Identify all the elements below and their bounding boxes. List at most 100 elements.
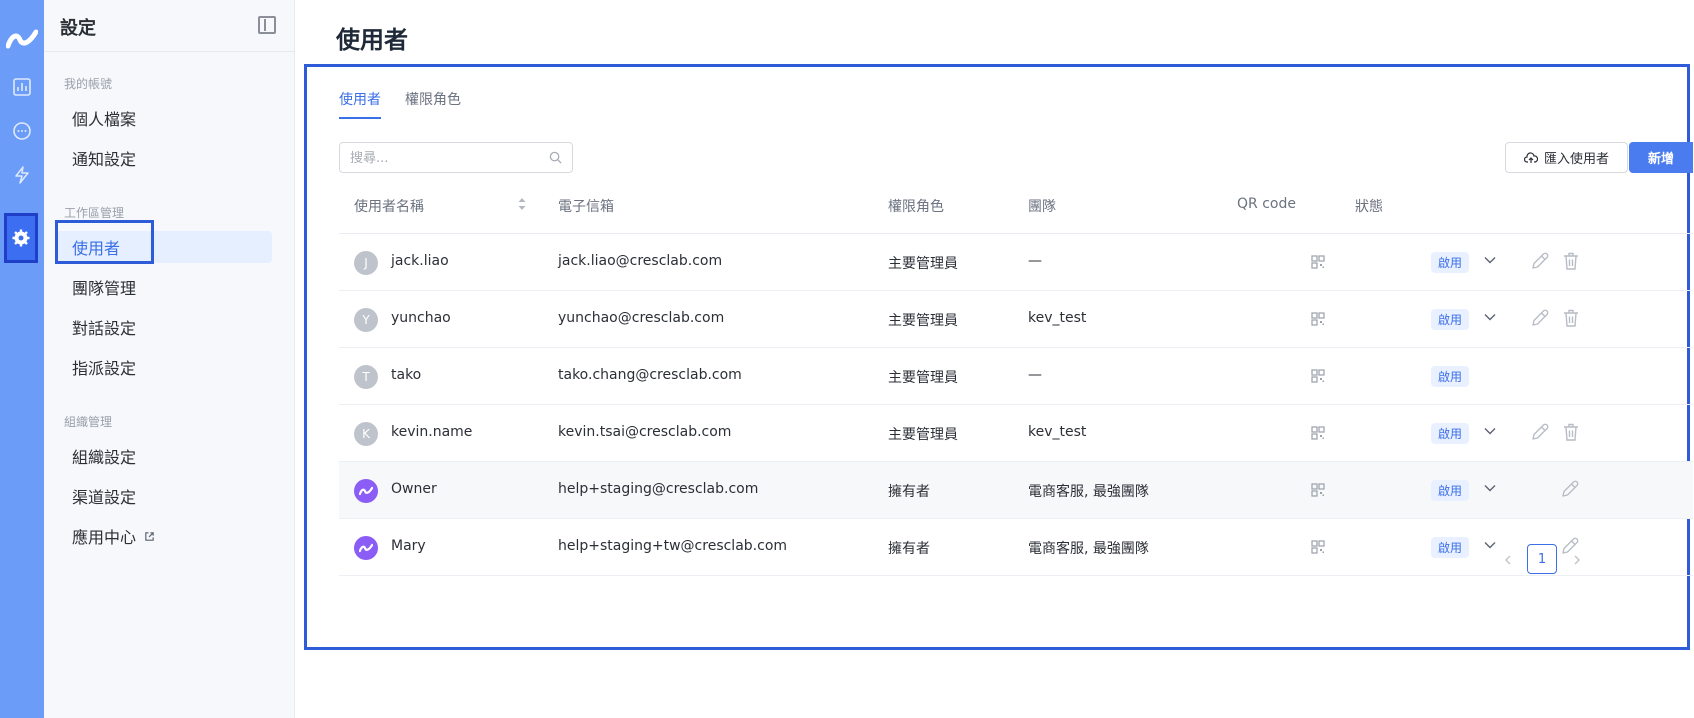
users-table: 使用者名稱 電子信箱 權限角色 團隊 QR code 狀態 Jjack.liao… bbox=[339, 184, 1693, 576]
qr-code-icon[interactable] bbox=[1311, 369, 1325, 383]
sidebar-item-profile[interactable]: 個人檔案 bbox=[56, 102, 272, 134]
avatar: Y bbox=[354, 308, 378, 332]
trash-icon[interactable] bbox=[1562, 251, 1580, 271]
automation-icon[interactable] bbox=[7, 160, 37, 190]
main-content: 使用者 使用者 權限角色 匯入使用者 新增 使用者名稱 電子信箱 權限 bbox=[296, 0, 1694, 718]
avatar: K bbox=[354, 422, 378, 446]
user-role: 主要管理員 bbox=[888, 313, 958, 329]
table-row[interactable]: Yyunchao yunchao@cresclab.com 主要管理員 kev_tes… bbox=[339, 291, 1693, 348]
brand-logo-icon[interactable] bbox=[6, 28, 38, 50]
tab-roles[interactable]: 權限角色 bbox=[405, 89, 461, 119]
chevron-down-icon[interactable] bbox=[1484, 256, 1496, 264]
chevron-right-icon[interactable] bbox=[1571, 554, 1583, 566]
user-role: 擁有者 bbox=[888, 541, 930, 557]
user-email: jack.liao@cresclab.com bbox=[558, 253, 723, 269]
user-name: Mary bbox=[391, 538, 426, 554]
table-row[interactable]: Owner help+staging@cresclab.com 擁有者 電商客服, 最… bbox=[339, 462, 1693, 519]
sidebar-title: 設定 bbox=[60, 18, 96, 39]
avatar: T bbox=[354, 365, 378, 389]
users-panel: 使用者 權限角色 匯入使用者 新增 使用者名稱 電子信箱 權限角色 團隊 bbox=[304, 64, 1693, 650]
status-badge: 啟用 bbox=[1431, 252, 1470, 273]
sidebar-item-teams[interactable]: 團隊管理 bbox=[56, 271, 272, 303]
edit-icon[interactable] bbox=[1530, 251, 1550, 271]
search-icon[interactable] bbox=[549, 151, 562, 164]
table-body: Jjack.liao jack.liao@cresclab.com 主要管理員 — 啟用… bbox=[339, 234, 1693, 576]
user-role: 主要管理員 bbox=[888, 256, 958, 272]
search-field bbox=[339, 142, 573, 173]
status-badge: 啟用 bbox=[1431, 309, 1470, 330]
sidebar-item-label: 渠道設定 bbox=[72, 488, 137, 507]
import-users-button[interactable]: 匯入使用者 bbox=[1505, 142, 1628, 173]
chat-icon[interactable] bbox=[7, 116, 37, 146]
group-title-organization: 組織管理 bbox=[64, 415, 113, 429]
chevron-down-icon[interactable] bbox=[1484, 541, 1496, 549]
avatar bbox=[354, 536, 378, 560]
status-badge: 啟用 bbox=[1431, 423, 1470, 444]
user-name: kevin.name bbox=[391, 424, 473, 440]
qr-code-icon[interactable] bbox=[1311, 426, 1325, 440]
status-badge: 啟用 bbox=[1431, 537, 1470, 558]
qr-code-icon[interactable] bbox=[1311, 483, 1325, 497]
edit-icon[interactable] bbox=[1560, 536, 1580, 556]
user-email: yunchao@cresclab.com bbox=[558, 310, 725, 326]
edit-icon[interactable] bbox=[1530, 422, 1550, 442]
column-header-name[interactable]: 使用者名稱 bbox=[354, 196, 424, 216]
search-input[interactable] bbox=[350, 149, 540, 167]
sidebar-item-assignment-settings[interactable]: 指派設定 bbox=[56, 351, 272, 383]
user-name: Owner bbox=[391, 481, 437, 497]
sidebar-item-conversation-settings[interactable]: 對話設定 bbox=[56, 311, 272, 343]
user-role: 主要管理員 bbox=[888, 427, 958, 443]
add-user-button[interactable]: 新增 bbox=[1629, 142, 1693, 173]
sidebar-item-notifications[interactable]: 通知設定 bbox=[56, 142, 272, 174]
column-header-email: 電子信箱 bbox=[558, 199, 614, 215]
trash-icon[interactable] bbox=[1562, 422, 1580, 442]
sidebar-item-org-settings[interactable]: 組織設定 bbox=[56, 440, 272, 472]
user-role: 主要管理員 bbox=[888, 370, 958, 386]
edit-icon[interactable] bbox=[1530, 308, 1550, 328]
sidebar-header: 設定 bbox=[44, 0, 295, 52]
table-row[interactable]: Mary help+staging+tw@cresclab.com 擁有者 電商客服,… bbox=[339, 519, 1693, 576]
chevron-left-icon[interactable] bbox=[1502, 554, 1514, 566]
status-badge: 啟用 bbox=[1431, 480, 1470, 501]
tab-users[interactable]: 使用者 bbox=[339, 89, 381, 119]
chevron-down-icon[interactable] bbox=[1484, 484, 1496, 492]
sidebar-item-app-center[interactable]: 應用中心 bbox=[56, 520, 272, 552]
table-row[interactable]: Kkevin.name kevin.tsai@cresclab.com 主要管理員 k… bbox=[339, 405, 1693, 462]
collapse-sidebar-icon[interactable] bbox=[258, 16, 276, 34]
analytics-icon[interactable] bbox=[7, 72, 37, 102]
user-team: 電商客服, 最強團隊 bbox=[1028, 541, 1149, 557]
user-role: 擁有者 bbox=[888, 484, 930, 500]
table-row[interactable]: Jjack.liao jack.liao@cresclab.com 主要管理員 — 啟用 bbox=[339, 234, 1693, 291]
qr-code-icon[interactable] bbox=[1311, 540, 1325, 554]
edit-icon[interactable] bbox=[1560, 479, 1580, 499]
chevron-down-icon[interactable] bbox=[1484, 427, 1496, 435]
chevron-down-icon[interactable] bbox=[1484, 313, 1496, 321]
pagination-page[interactable]: 1 bbox=[1527, 544, 1557, 574]
user-team: 電商客服, 最強團隊 bbox=[1028, 484, 1149, 500]
status-badge: 啟用 bbox=[1431, 366, 1470, 387]
settings-icon[interactable] bbox=[4, 213, 38, 263]
user-name: jack.liao bbox=[391, 253, 449, 269]
page-title: 使用者 bbox=[336, 26, 408, 54]
user-team: kev_test bbox=[1028, 424, 1087, 440]
qr-code-icon[interactable] bbox=[1311, 312, 1325, 326]
user-team: kev_test bbox=[1028, 310, 1087, 326]
column-header-status: 狀態 bbox=[1355, 199, 1383, 215]
active-item-highlight bbox=[55, 220, 154, 264]
user-name: tako bbox=[391, 367, 422, 383]
qr-code-icon[interactable] bbox=[1311, 255, 1325, 269]
table-row[interactable]: Ttako tako.chang@cresclab.com 主要管理員 — 啟用 bbox=[339, 348, 1693, 405]
upload-cloud-icon bbox=[1523, 151, 1538, 163]
tab-bar: 使用者 權限角色 bbox=[339, 89, 461, 119]
column-header-team: 團隊 bbox=[1028, 199, 1056, 215]
user-email: kevin.tsai@cresclab.com bbox=[558, 424, 732, 440]
avatar bbox=[354, 479, 378, 503]
trash-icon[interactable] bbox=[1562, 308, 1580, 328]
sort-icon[interactable] bbox=[517, 196, 527, 212]
sidebar-item-channel-settings[interactable]: 渠道設定 bbox=[56, 480, 272, 512]
group-title-workspace: 工作區管理 bbox=[64, 206, 125, 220]
user-email: tako.chang@cresclab.com bbox=[558, 367, 742, 383]
user-team: — bbox=[1028, 367, 1042, 383]
user-team: — bbox=[1028, 253, 1042, 269]
group-title-my-account: 我的帳號 bbox=[64, 77, 113, 91]
